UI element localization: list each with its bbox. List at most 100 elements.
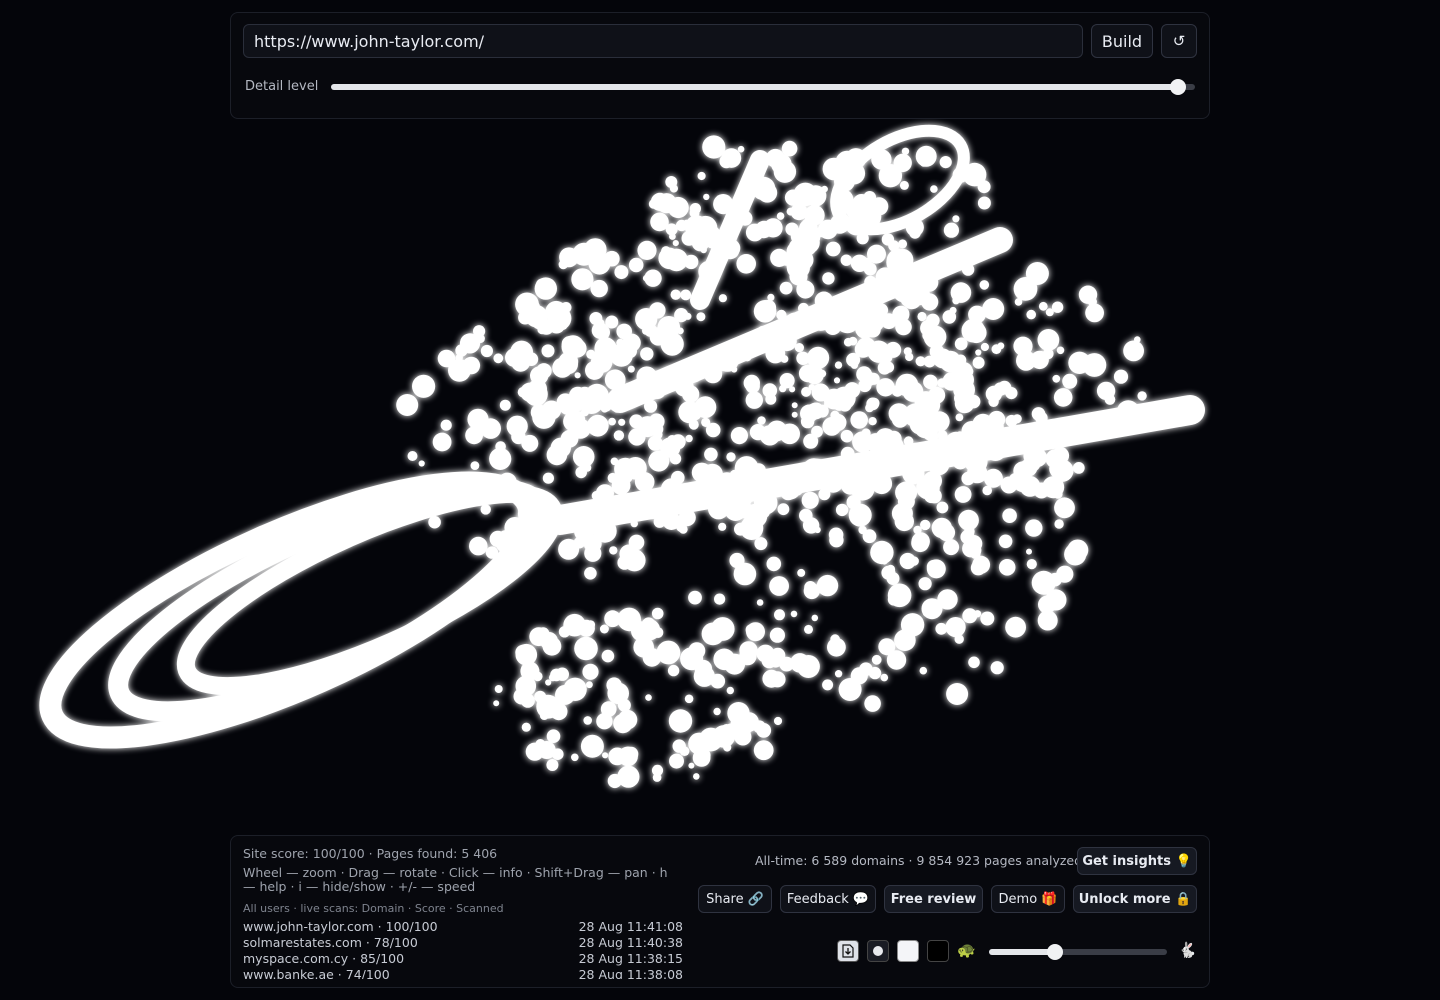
speed-slider[interactable] xyxy=(989,944,1167,960)
graph-node xyxy=(829,533,844,548)
graph-node xyxy=(644,269,662,287)
node-style-dot-toggle[interactable] xyxy=(867,940,889,962)
graph-node xyxy=(779,423,800,445)
graph-nodes xyxy=(396,135,1147,789)
graph-node xyxy=(903,347,912,356)
graph-node xyxy=(1054,497,1075,519)
graph-node xyxy=(652,438,661,447)
graph-node xyxy=(462,356,481,375)
graph-node xyxy=(1026,267,1038,279)
graph-node xyxy=(982,298,1005,320)
graph-node xyxy=(840,254,852,266)
turtle-icon: 🐢 xyxy=(957,941,976,959)
graph-node xyxy=(1026,559,1037,570)
graph-node xyxy=(591,263,601,273)
graph-node xyxy=(1052,374,1061,383)
graph-node xyxy=(855,318,875,339)
unlock-more-button[interactable]: Unlock more 🔒 xyxy=(1073,885,1197,913)
graph-node xyxy=(894,511,914,532)
demo-button[interactable]: Demo 🎁 xyxy=(991,885,1065,913)
graph-node xyxy=(979,280,990,290)
dark-theme-swatch[interactable] xyxy=(927,940,949,962)
graph-node xyxy=(418,460,425,467)
graph-node xyxy=(628,428,646,446)
graph-node xyxy=(943,222,960,238)
graph-node xyxy=(642,327,650,335)
graph-node xyxy=(684,694,694,704)
graph-node xyxy=(975,349,982,356)
graph-node xyxy=(912,281,926,295)
list-item[interactable]: www.john-taylor.com · 100/100 28 Aug 11:4… xyxy=(243,919,683,935)
graph-node xyxy=(1055,420,1067,432)
graph-node xyxy=(669,753,684,769)
light-theme-swatch[interactable] xyxy=(897,940,919,962)
graph-node xyxy=(961,263,975,276)
graph-node xyxy=(525,742,544,761)
graph-node xyxy=(571,753,579,762)
graph-node xyxy=(911,534,930,553)
graph-node xyxy=(613,406,620,413)
graph-node xyxy=(728,357,737,366)
reset-button[interactable]: ↺ xyxy=(1161,24,1197,58)
graph-node xyxy=(784,189,802,206)
build-button[interactable]: Build xyxy=(1091,24,1153,58)
graph-node xyxy=(824,318,842,336)
graph-node xyxy=(952,257,963,267)
graph-node xyxy=(545,679,552,686)
graph-node xyxy=(932,348,953,369)
scan-time: 28 Aug 11:40:38 xyxy=(578,935,683,950)
graph-node xyxy=(773,160,797,183)
download-icon[interactable] xyxy=(837,940,859,962)
detail-level-handle[interactable] xyxy=(1169,79,1186,95)
graph-node xyxy=(867,372,880,385)
graph-node xyxy=(731,366,738,373)
graph-node xyxy=(902,462,925,485)
graph-node xyxy=(920,519,931,531)
graph-node xyxy=(805,365,824,385)
graph-node xyxy=(497,472,517,492)
graph-node xyxy=(617,698,631,712)
list-item[interactable]: www.banke.ae · 74/100 28 Aug 11:38:08 xyxy=(243,967,683,979)
graph-node xyxy=(520,484,536,499)
graph-node xyxy=(649,329,667,346)
graph-node xyxy=(854,340,872,358)
url-input[interactable] xyxy=(243,24,1083,58)
graph-node xyxy=(899,180,909,190)
graph-node xyxy=(990,661,1004,675)
free-review-button[interactable]: Free review xyxy=(884,885,983,913)
graph-node xyxy=(893,281,914,303)
speed-handle[interactable] xyxy=(1046,944,1063,960)
graph-node xyxy=(542,636,562,656)
graph-node xyxy=(480,344,493,358)
graph-node xyxy=(469,536,488,556)
list-item[interactable]: myspace.com.cy · 85/100 28 Aug 11:38:15 xyxy=(243,951,683,967)
graph-node xyxy=(542,472,555,484)
graph-node xyxy=(464,474,473,483)
graph-node xyxy=(753,740,774,761)
graph-node xyxy=(681,231,697,246)
detail-level-fill xyxy=(331,84,1178,90)
graph-node xyxy=(645,694,652,701)
graph-node xyxy=(396,394,419,416)
graph-node xyxy=(840,429,854,443)
feedback-button[interactable]: Feedback 💬 xyxy=(780,885,876,913)
graph-node xyxy=(493,700,500,707)
list-item[interactable]: solmarestates.com · 78/100 28 Aug 11:40:3… xyxy=(243,935,683,951)
graph-node xyxy=(763,486,774,496)
graph-node xyxy=(1067,539,1089,561)
graph-node xyxy=(1042,348,1054,360)
graph-node xyxy=(598,398,613,412)
get-insights-button[interactable]: Get insights 💡 xyxy=(1077,847,1197,875)
graph-node xyxy=(744,218,751,225)
detail-level-slider[interactable] xyxy=(331,79,1195,95)
graph-node xyxy=(875,428,896,449)
graph-node xyxy=(546,729,561,743)
graph-node xyxy=(948,451,957,460)
graph-node xyxy=(693,773,700,780)
graph-node xyxy=(1113,369,1129,384)
graph-node xyxy=(915,145,937,167)
share-button[interactable]: Share 🔗 xyxy=(698,885,772,913)
graph-node xyxy=(609,546,618,555)
graph-node xyxy=(801,491,819,509)
graph-node xyxy=(744,461,751,468)
